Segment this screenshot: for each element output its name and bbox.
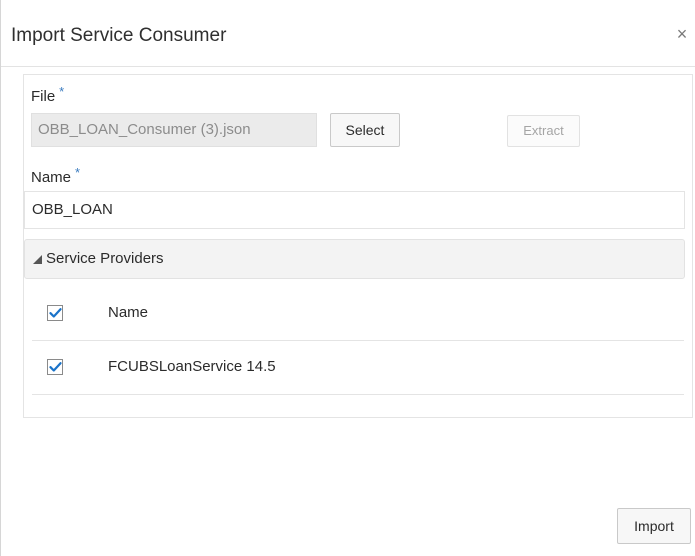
required-indicator: *: [59, 84, 65, 99]
provider-name: FCUBSLoanService 14.5: [108, 358, 276, 375]
select-all-checkbox[interactable]: [47, 305, 63, 321]
name-column-header: Name: [108, 304, 149, 321]
checkmark-icon: [49, 362, 62, 372]
name-label-text: Name: [31, 169, 72, 186]
import-button[interactable]: Import: [617, 508, 691, 544]
file-path-field: OBB_LOAN_Consumer (3).json: [31, 113, 317, 147]
import-service-consumer-dialog: Import Service Consumer × File * OBB_LOAN…: [0, 0, 695, 556]
collapse-triangle-icon: [33, 255, 42, 264]
dialog-header: Import Service Consumer ×: [1, 0, 695, 67]
file-label: File *: [31, 84, 64, 106]
checkmark-icon: [49, 308, 62, 318]
close-icon[interactable]: ×: [673, 24, 691, 44]
section-title: Service Providers: [46, 250, 164, 267]
dialog-title: Import Service Consumer: [11, 25, 227, 46]
select-button[interactable]: Select: [330, 113, 400, 147]
row-checkbox[interactable]: [47, 359, 63, 375]
file-label-text: File: [31, 88, 56, 105]
name-label: Name *: [31, 165, 80, 187]
service-providers-section-toggle[interactable]: Service Providers: [24, 239, 685, 279]
content-panel: File * OBB_LOAN_Consumer (3).json Select …: [23, 74, 693, 418]
name-field[interactable]: OBB_LOAN: [24, 191, 685, 229]
table-row: FCUBSLoanService 14.5: [32, 341, 684, 395]
extract-button: Extract: [507, 115, 580, 147]
table-header-row: Name: [32, 287, 684, 341]
required-indicator: *: [75, 165, 81, 180]
